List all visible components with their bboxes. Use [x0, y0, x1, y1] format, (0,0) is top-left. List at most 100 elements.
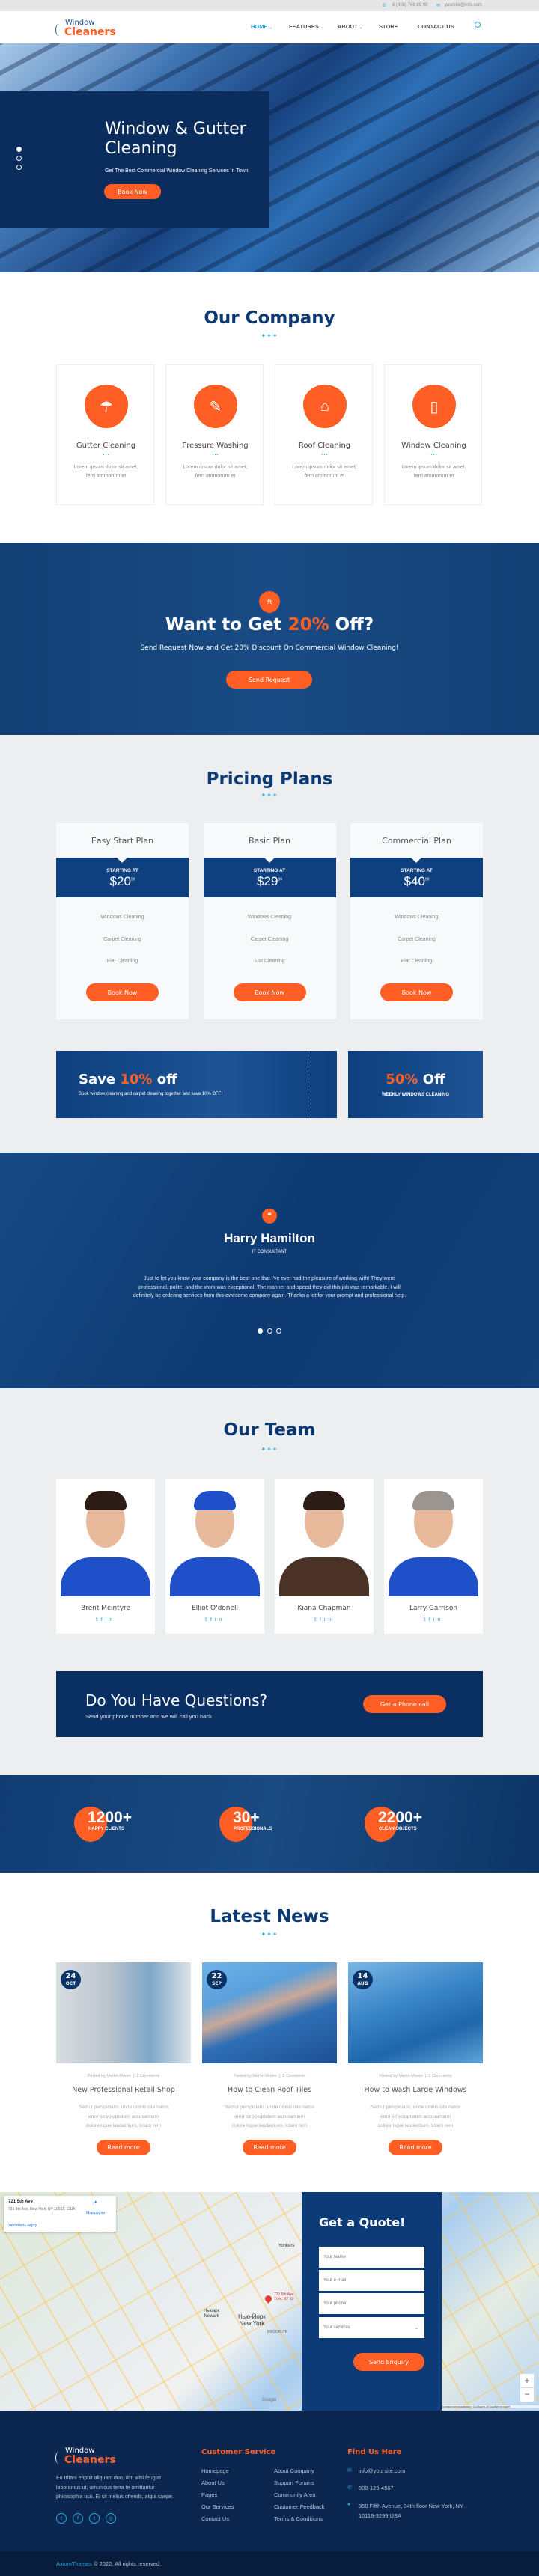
- twitter-icon[interactable]: 𝕥: [205, 1617, 210, 1623]
- footer-link[interactable]: Homepage: [201, 2467, 229, 2474]
- testimonial-dot-active[interactable]: [258, 1328, 263, 1334]
- twitter-icon[interactable]: t: [56, 2513, 67, 2524]
- plan-feature: Windows Cleaning: [248, 915, 291, 920]
- news-post-title[interactable]: New Professional Retail Shop: [56, 2086, 191, 2094]
- directions-icon[interactable]: ↱: [92, 2200, 98, 2208]
- comments-link[interactable]: 0 Comments: [428, 2074, 451, 2078]
- read-more-button[interactable]: Read more: [389, 2140, 442, 2155]
- map-enlarge-link[interactable]: Увеличить карту: [8, 2224, 37, 2228]
- news-post-title[interactable]: How to Wash Large Windows: [348, 2086, 483, 2094]
- footer-link[interactable]: Contact Us: [201, 2515, 229, 2522]
- team-member-card[interactable]: Brent Mcintyre 𝕥fin: [56, 1479, 155, 1634]
- top-phone[interactable]: 8 (800) 766 89 90: [392, 3, 427, 7]
- service-card[interactable]: ☂ Gutter Cleaning • • • Lorem ipsum dolo…: [56, 364, 154, 505]
- plan-book-button[interactable]: Book Now: [380, 983, 453, 1001]
- news-title: Latest News: [210, 1907, 329, 1926]
- promo-subtitle: Send Request Now and Get 20% Discount On…: [140, 644, 399, 652]
- linkedin-icon[interactable]: in: [106, 1617, 115, 1623]
- hero-book-button[interactable]: Book Now: [104, 184, 161, 199]
- send-enquiry-button[interactable]: Send Enquiry: [353, 2353, 424, 2371]
- footer-link[interactable]: Terms & Conditions: [274, 2515, 323, 2522]
- plan-book-button[interactable]: Book Now: [233, 983, 306, 1001]
- plan-feature: Carpet Cleaning: [103, 936, 141, 942]
- pricing-card: Commercial Plan STARTING AT $4099 Window…: [350, 823, 483, 1019]
- news-meta: Posted by Martin Moore | 0 Comments: [233, 2074, 306, 2078]
- hero-slide-dot[interactable]: [16, 156, 22, 161]
- linkedin-icon[interactable]: in: [215, 1617, 225, 1623]
- footer-email[interactable]: info@yoursite.com: [359, 2467, 405, 2474]
- team-member-card[interactable]: Larry Garrison 𝕥fin: [384, 1479, 483, 1634]
- hero-slide-dot[interactable]: [16, 165, 22, 170]
- team-member-card[interactable]: Kiana Chapman 𝕥fin: [275, 1479, 374, 1634]
- map-footer-links[interactable]: Условия использования | Сообщить об ошиб…: [442, 2405, 539, 2408]
- send-request-button[interactable]: Send Request: [226, 671, 312, 689]
- twitter-icon[interactable]: 𝕥: [314, 1617, 320, 1623]
- footer-link[interactable]: Customer Feedback: [274, 2503, 325, 2510]
- search-icon[interactable]: [475, 22, 481, 28]
- services-select[interactable]: Your services ⌄: [319, 2317, 424, 2338]
- team-photo: [384, 1479, 483, 1596]
- promo-title: Want to Get 20% Off?: [165, 615, 374, 635]
- news-image[interactable]: 22 SEP: [202, 1962, 337, 2063]
- logo[interactable]: Window Cleaners: [55, 19, 116, 37]
- tumblr-icon[interactable]: t: [89, 2513, 100, 2524]
- read-more-button[interactable]: Read more: [243, 2140, 296, 2155]
- plan-name: Commercial Plan: [382, 836, 451, 846]
- footer-link[interactable]: Pages: [201, 2491, 217, 2498]
- footer-link[interactable]: Support Forums: [274, 2479, 314, 2486]
- service-card[interactable]: ⌂ Roof Cleaning • • • Lorem ipsum dolor …: [275, 364, 373, 505]
- customer-service-title: Customer Service: [201, 2448, 276, 2456]
- footer-phone[interactable]: 800-123-4567: [359, 2485, 394, 2491]
- map-zoom-out-button[interactable]: −: [520, 2388, 534, 2402]
- weekly-50-banner[interactable]: 50% Off WEEKLY WINDOWS CLEANING: [348, 1051, 483, 1118]
- weekly-banner-text: WEEKLY WINDOWS CLEANING: [381, 1093, 449, 1097]
- news-image[interactable]: 24 OCT: [56, 1962, 191, 2063]
- plan-feature: Windows Cleaning: [395, 915, 439, 920]
- footer-link[interactable]: About Company: [274, 2467, 314, 2474]
- footer-link[interactable]: Our Services: [201, 2503, 234, 2510]
- pressure-washer-icon: ✎: [194, 385, 237, 428]
- service-card[interactable]: ✎ Pressure Washing • • • Lorem ipsum dol…: [165, 364, 264, 505]
- footer-link[interactable]: Community Area: [274, 2491, 315, 2498]
- testimonial-dot[interactable]: [267, 1328, 272, 1334]
- map-zoom-in-button[interactable]: +: [520, 2374, 534, 2387]
- read-more-button[interactable]: Read more: [97, 2140, 150, 2155]
- linkedin-icon[interactable]: in: [433, 1617, 443, 1623]
- title-divider: ✦✦✦: [261, 792, 278, 799]
- phone-input[interactable]: [319, 2293, 424, 2314]
- news-post-title[interactable]: How to Clean Roof Tiles: [202, 2086, 337, 2094]
- news-excerpt: Sed ut perspiciatis, unde omnis iste nat…: [225, 2105, 314, 2128]
- service-card[interactable]: ▯ Window Cleaning • • • Lorem ipsum dolo…: [384, 364, 482, 505]
- envelope-icon: ✉: [347, 2468, 352, 2473]
- linkedin-icon[interactable]: in: [324, 1617, 334, 1623]
- comments-link[interactable]: 0 Comments: [282, 2074, 305, 2078]
- starting-at-label: STARTING AT: [253, 868, 286, 873]
- facebook-icon[interactable]: f: [73, 2513, 83, 2524]
- twitter-icon[interactable]: 𝕥: [424, 1617, 429, 1623]
- nav-features[interactable]: FEATURES ⌄: [289, 23, 323, 30]
- nav-about[interactable]: ABOUT ⌄: [338, 23, 362, 30]
- team-member-card[interactable]: Elliot O'donell 𝕥fin: [165, 1479, 264, 1634]
- name-input[interactable]: [319, 2247, 424, 2268]
- get-phone-call-button[interactable]: Get a Phone call: [363, 1695, 446, 1713]
- hero-slide-dot-active[interactable]: [16, 147, 22, 152]
- axiomthemes-link[interactable]: AxiomThemes: [56, 2560, 92, 2567]
- map-brooklyn-label: BROOKLYN: [267, 2330, 288, 2334]
- testimonial-dot[interactable]: [276, 1328, 281, 1334]
- map-directions-link[interactable]: Маршруты: [86, 2211, 105, 2215]
- news-image[interactable]: 14 AUG: [348, 1962, 483, 2063]
- comments-link[interactable]: 2 Comments: [136, 2074, 159, 2078]
- email-input[interactable]: [319, 2270, 424, 2291]
- nav-home[interactable]: HOME ⌄: [251, 23, 272, 30]
- footer-link[interactable]: About Us: [201, 2479, 225, 2486]
- nav-store[interactable]: STORE: [379, 23, 398, 30]
- instagram-icon[interactable]: ◎: [106, 2513, 116, 2524]
- top-email[interactable]: yoursite@info.com: [445, 3, 482, 7]
- nav-contact[interactable]: CONTACT US: [418, 23, 454, 30]
- plan-book-button[interactable]: Book Now: [86, 983, 159, 1001]
- twitter-icon[interactable]: 𝕥: [96, 1617, 101, 1623]
- save-10-banner[interactable]: Save 10% off Book window cleaning and ca…: [56, 1051, 337, 1118]
- testimonial-text: Just to let you know your company is the…: [133, 1276, 406, 1299]
- footer-logo[interactable]: Window Cleaners: [55, 2447, 116, 2465]
- plan-price: $4099: [404, 874, 430, 888]
